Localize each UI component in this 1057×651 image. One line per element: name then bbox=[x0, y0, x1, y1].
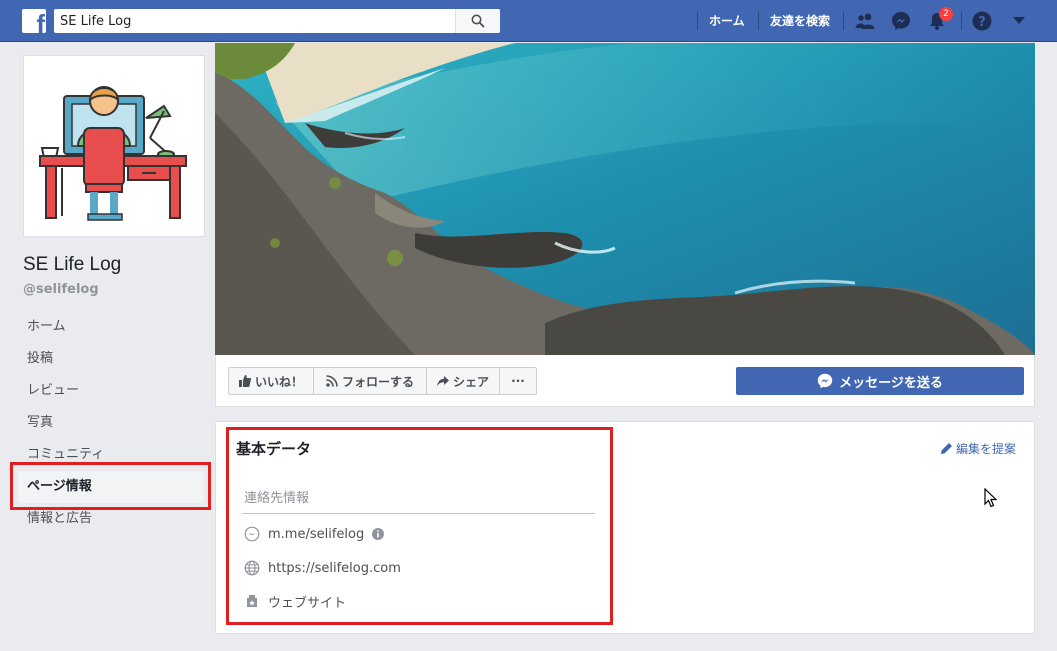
like-button-label: いいね！ bbox=[254, 374, 303, 389]
share-button-label: シェア bbox=[452, 374, 489, 389]
about-card: 基本データ 編集を提案 連絡先情報 m.me/selifelog https:/… bbox=[215, 421, 1035, 634]
messenger-icon bbox=[817, 373, 833, 389]
sidebar-item-posts[interactable]: 投稿 bbox=[18, 343, 204, 375]
rss-follow-icon bbox=[326, 375, 338, 387]
sidebar-item-home[interactable]: ホーム bbox=[18, 311, 204, 343]
nav-divider bbox=[843, 12, 844, 30]
page-name[interactable]: SE Life Log bbox=[23, 254, 121, 276]
search-box bbox=[54, 9, 500, 33]
nav-divider bbox=[961, 12, 962, 30]
more-options-button[interactable]: ··· bbox=[499, 367, 537, 395]
facebook-logo-icon[interactable]: f bbox=[22, 9, 46, 33]
nav-divider bbox=[758, 12, 759, 30]
help-icon[interactable]: ? bbox=[971, 10, 993, 32]
nav-find-friends-link[interactable]: 友達を検索 bbox=[770, 12, 830, 29]
account-menu-chevron-down-icon[interactable] bbox=[1008, 10, 1030, 32]
search-input[interactable] bbox=[54, 9, 454, 33]
sidebar-item-reviews[interactable]: レビュー bbox=[18, 375, 204, 407]
thumbs-up-icon bbox=[238, 375, 251, 387]
follow-button[interactable]: フォローする bbox=[313, 367, 427, 395]
cover-photo[interactable] bbox=[215, 43, 1035, 355]
page-username[interactable]: @selifelog bbox=[23, 282, 99, 297]
nav-divider bbox=[697, 12, 698, 30]
mouse-pointer-icon bbox=[984, 487, 998, 512]
highlight-box-sidebar bbox=[10, 462, 211, 510]
coastline-photo bbox=[215, 43, 1035, 355]
send-message-label: メッセージを送る bbox=[839, 375, 943, 391]
friend-requests-icon[interactable] bbox=[854, 10, 876, 32]
suggest-edits-label: 編集を提案 bbox=[955, 442, 1016, 456]
page-profile-picture[interactable] bbox=[23, 55, 205, 237]
more-dots-icon: ··· bbox=[511, 374, 525, 388]
share-button[interactable]: シェア bbox=[426, 367, 500, 395]
pencil-icon bbox=[940, 443, 952, 454]
suggest-edits-link[interactable]: 編集を提案 bbox=[940, 440, 1016, 457]
follow-button-label: フォローする bbox=[341, 374, 414, 389]
send-message-button[interactable]: メッセージを送る bbox=[736, 367, 1024, 395]
search-icon bbox=[471, 14, 485, 28]
page-action-bar: いいね！ フォローする シェア ··· メッセージを送る bbox=[215, 355, 1035, 407]
nav-home-link[interactable]: ホーム bbox=[709, 12, 745, 29]
notification-count-badge: 2 bbox=[939, 7, 953, 21]
sidebar-item-photos[interactable]: 写真 bbox=[18, 407, 204, 439]
share-arrow-icon bbox=[436, 375, 449, 386]
top-navigation-bar: f ホーム 友達を検索 2 ? bbox=[0, 0, 1057, 42]
search-button[interactable] bbox=[455, 9, 500, 33]
svg-text:?: ? bbox=[978, 15, 986, 30]
like-button[interactable]: いいね！ bbox=[228, 367, 314, 395]
desk-worker-illustration bbox=[39, 86, 187, 221]
messenger-icon[interactable] bbox=[890, 10, 912, 32]
highlight-box-about bbox=[226, 427, 613, 625]
